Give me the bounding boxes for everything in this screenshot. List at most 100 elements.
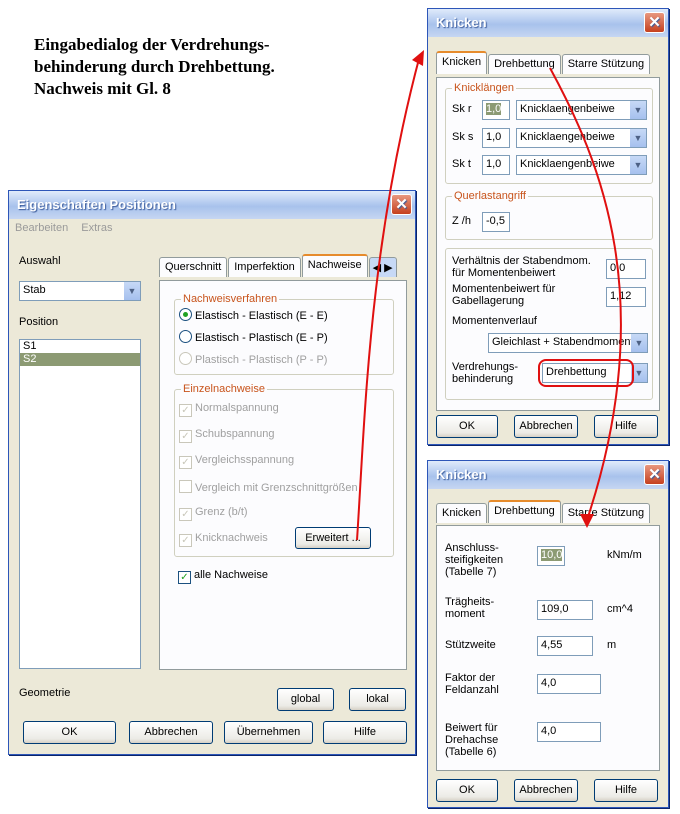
tab-starre-stuetzung[interactable]: Starre Stützung xyxy=(561,503,651,523)
menu-bearbeiten[interactable]: Bearbeiten xyxy=(15,222,68,234)
beiwert-input[interactable]: 4,0 xyxy=(537,722,601,742)
check-alle-nachweise[interactable]: ✓ alle Nachweise xyxy=(178,569,268,584)
nachweise-panel: Nachweisverfahren Elastisch - Elastisch … xyxy=(159,280,407,670)
verh-label: Verhältnis der Stabendmom. für Momentenb… xyxy=(452,255,591,279)
anschluss-input[interactable]: 10,0 xyxy=(537,546,565,566)
tab-drehbettung[interactable]: Drehbettung xyxy=(488,500,561,523)
stuetzweite-label: Stützweite xyxy=(445,639,496,651)
verh-input[interactable]: 0,0 xyxy=(606,259,646,279)
menu-extras[interactable]: Extras xyxy=(81,222,112,234)
k2-close-button[interactable]: ✕ xyxy=(644,464,665,485)
eig-titlebar[interactable]: Eigenschaften Positionen ✕ xyxy=(9,191,415,219)
sks-combo[interactable]: Knicklaengenbeiwe ▼ xyxy=(516,128,647,148)
skt-combo[interactable]: Knicklaengenbeiwe ▼ xyxy=(516,155,647,175)
check-grenz-bt[interactable]: ✓ Grenz (b/t) xyxy=(179,506,248,521)
k1-tabs: Knicken Drehbettung Starre Stützung xyxy=(436,51,651,74)
tab-imperfektion[interactable]: Imperfektion xyxy=(228,257,301,277)
check-schubspannung[interactable]: ✓ Schubspannung xyxy=(179,428,275,443)
zh-label: Z /h xyxy=(452,215,471,227)
check-label: Vergleich mit Grenzschnittgrößen xyxy=(195,482,358,494)
auswahl-select[interactable]: Stab ▼ xyxy=(19,281,141,301)
skr-combo[interactable]: Knicklaengenbeiwe ▼ xyxy=(516,100,647,120)
k2-hilfe-button[interactable]: Hilfe xyxy=(594,779,658,802)
check-label: Schubspannung xyxy=(195,428,275,440)
k2-abbrechen-button[interactable]: Abbrechen xyxy=(514,779,578,802)
skt-value: 1,0 xyxy=(486,158,502,170)
ok-button[interactable]: OK xyxy=(23,721,116,744)
heading: Eingabedialog der Verdrehungs- behinderu… xyxy=(34,34,374,100)
anschluss-unit: kNm/m xyxy=(607,549,642,561)
chevron-down-icon[interactable]: ▼ xyxy=(631,334,647,352)
tab-querschnitt[interactable]: Querschnitt xyxy=(159,257,228,277)
skr-input[interactable]: 1,0 xyxy=(482,100,510,120)
list-item[interactable]: S2 xyxy=(20,353,140,366)
radio-ep[interactable]: Elastisch - Plastisch (E - P) xyxy=(179,330,328,344)
erweitert-button[interactable]: Erweitert ... xyxy=(295,527,371,549)
check-knicknachweis[interactable]: ✓ Knicknachweis xyxy=(179,532,268,547)
tab-drehbettung[interactable]: Drehbettung xyxy=(488,54,561,74)
skr-value: 1,0 xyxy=(486,103,502,115)
chevron-down-icon[interactable]: ▼ xyxy=(124,282,140,300)
check-grenzschnittgroessen[interactable]: Vergleich mit Grenzschnittgrößen xyxy=(179,480,358,494)
k2-tabs: Knicken Drehbettung Starre Stützung xyxy=(436,500,651,523)
sks-input[interactable]: 1,0 xyxy=(482,128,510,148)
faktor-value: 4,0 xyxy=(541,677,557,689)
geometrie-label: Geometrie xyxy=(19,687,71,699)
hilfe-button[interactable]: Hilfe xyxy=(323,721,407,744)
tab-knicken[interactable]: Knicken xyxy=(436,51,488,74)
heading-line-3: Nachweis mit Gl. 8 xyxy=(34,79,171,98)
k1-titlebar[interactable]: Knicken ✕ xyxy=(428,9,668,37)
k2-titlebar[interactable]: Knicken ✕ xyxy=(428,461,668,489)
position-list[interactable]: S1 S2 xyxy=(19,339,141,669)
tab-starre-stuetzung[interactable]: Starre Stützung xyxy=(561,54,651,74)
eig-tabs: Querschnitt Imperfektion Nachweise ◀ ▶ xyxy=(159,254,398,277)
tab-knicken[interactable]: Knicken xyxy=(436,503,488,523)
auswahl-label: Auswahl xyxy=(19,255,61,267)
tab-scroll-arrows[interactable]: ◀ ▶ xyxy=(368,257,397,277)
check-label: Vergleichsspannung xyxy=(195,454,295,466)
sks-value: 1,0 xyxy=(486,131,502,143)
k1-hilfe-button[interactable]: Hilfe xyxy=(594,415,658,438)
chevron-down-icon[interactable]: ▼ xyxy=(630,156,646,174)
chevron-down-icon[interactable]: ▼ xyxy=(630,129,646,147)
k2-title: Knicken xyxy=(436,467,487,482)
radio-ee[interactable]: Elastisch - Elastisch (E - E) xyxy=(179,308,328,322)
eigenschaften-window: Eigenschaften Positionen ✕ Bearbeiten Ex… xyxy=(8,190,416,755)
chevron-down-icon[interactable]: ▼ xyxy=(630,101,646,119)
k1-panel: Knicklängen Sk r 1,0 Knicklaengenbeiwe ▼ … xyxy=(436,77,660,411)
verh-value: 0,0 xyxy=(610,262,626,274)
traegheit-label: Trägheits- moment xyxy=(445,596,495,620)
global-button[interactable]: global xyxy=(277,688,334,711)
position-label: Position xyxy=(19,316,59,328)
knicken-window-2: Knicken ✕ Knicken Drehbettung Starre Stü… xyxy=(427,460,669,808)
knicklaengen-label: Knicklängen xyxy=(452,82,516,94)
einzelnachweise-group: Einzelnachweise ✓ Normalspannung ✓ Schubsp… xyxy=(174,383,394,557)
eig-menubar: Bearbeiten Extras xyxy=(9,219,415,239)
k1-close-button[interactable]: ✕ xyxy=(644,12,665,33)
abbrechen-button[interactable]: Abbrechen xyxy=(129,721,213,744)
lokal-button[interactable]: lokal xyxy=(349,688,406,711)
heading-line-1: Eingabedialog der Verdrehungs- xyxy=(34,35,270,54)
mom-value: 1,12 xyxy=(610,290,632,302)
eig-close-button[interactable]: ✕ xyxy=(391,194,412,215)
skt-input[interactable]: 1,0 xyxy=(482,155,510,175)
verlauf-combo[interactable]: Gleichlast + Stabendmoment ▼ xyxy=(488,333,648,353)
check-normalspannung[interactable]: ✓ Normalspannung xyxy=(179,402,279,417)
stuetzweite-input[interactable]: 4,55 xyxy=(537,636,593,656)
mom-input[interactable]: 1,12 xyxy=(606,287,646,307)
verlauf-label: Momentenverlauf xyxy=(452,315,537,327)
k1-abbrechen-button[interactable]: Abbrechen xyxy=(514,415,578,438)
k1-ok-button[interactable]: OK xyxy=(436,415,498,438)
faktor-input[interactable]: 4,0 xyxy=(537,674,601,694)
check-vergleichsspannung[interactable]: ✓ Vergleichsspannung xyxy=(179,454,294,469)
radio-pp[interactable]: Plastisch - Plastisch (P - P) xyxy=(179,352,327,366)
k1-title: Knicken xyxy=(436,15,487,30)
uebernehmen-button[interactable]: Übernehmen xyxy=(224,721,313,744)
radio-pp-label: Plastisch - Plastisch (P - P) xyxy=(195,354,328,366)
k2-ok-button[interactable]: OK xyxy=(436,779,498,802)
traegheit-input[interactable]: 109,0 xyxy=(537,600,593,620)
einzelnachweise-label: Einzelnachweise xyxy=(181,383,267,395)
list-item[interactable]: S1 xyxy=(20,340,140,353)
zh-input[interactable]: -0,5 xyxy=(482,212,510,232)
tab-nachweise[interactable]: Nachweise xyxy=(301,254,368,277)
